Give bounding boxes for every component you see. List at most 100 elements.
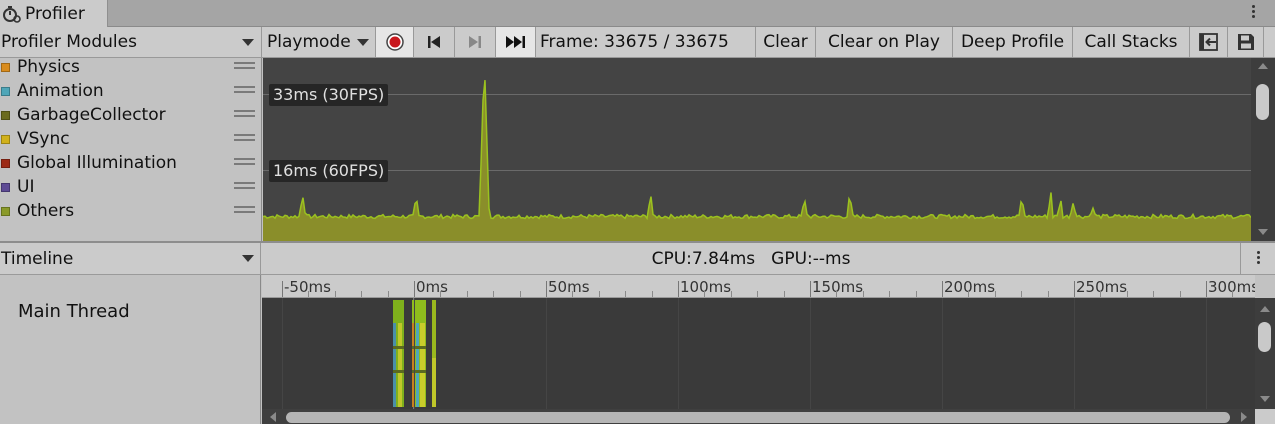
module-label: Animation [17,81,104,101]
time-ruler[interactable]: -50ms 0ms 50ms 100ms 150ms 200ms 250ms 300ms [262,275,1255,298]
load-icon [1198,33,1218,51]
cpu-usage-graph [263,80,1251,241]
profiler-sample[interactable] [416,323,419,407]
call-stacks-button[interactable]: Call Stacks [1073,27,1190,57]
legend-swatch [1,86,10,96]
profiler-sample[interactable] [420,323,425,407]
drag-handle-icon[interactable] [234,158,255,168]
tab-title: Profiler [25,3,85,24]
timeline-gridline [942,298,943,409]
ruler-major-tick [546,281,547,297]
scroll-right-icon[interactable] [1241,412,1247,422]
kebab-menu-icon[interactable] [1246,3,1260,20]
ruler-major-tick [678,281,679,297]
ruler-minor-tick [783,291,785,297]
drag-handle-icon[interactable] [234,206,255,216]
scroll-up-icon[interactable] [1258,63,1268,69]
ruler-minor-tick [361,291,363,297]
module-label: Global Illumination [17,153,177,173]
kebab-menu-icon[interactable] [1240,243,1275,275]
ruler-tick-label: 0ms [416,278,448,296]
ruler-tick-label: 250ms [1076,278,1128,296]
ruler-minor-tick [1232,291,1234,297]
scroll-left-icon[interactable] [270,412,276,422]
ruler-minor-tick [334,291,336,297]
ruler-major-tick [1074,281,1075,297]
timeline-vertical-scrollbar[interactable] [1255,298,1275,409]
profiler-toolbar: Profiler Modules Playmode Frame: 33675 /… [0,27,1275,58]
deep-profile-button[interactable]: Deep Profile [953,27,1073,57]
drag-handle-icon[interactable] [234,134,255,144]
gpu-time-label: GPU:--ms [771,249,851,269]
module-row-vsync[interactable]: VSync [0,127,262,151]
drag-handle-icon[interactable] [234,110,255,120]
ruler-major-tick [942,281,943,297]
previous-frame-icon [428,36,440,48]
ruler-minor-tick [1179,291,1181,297]
profiler-sample[interactable] [398,323,402,407]
chart-vertical-scrollbar[interactable] [1251,58,1275,241]
timeline-gridline [546,298,547,409]
ruler-minor-tick [704,291,706,297]
drag-handle-icon[interactable] [234,182,255,192]
drag-handle-icon[interactable] [234,86,255,96]
profiler-sample[interactable] [393,370,404,373]
clear-button[interactable]: Clear [755,27,816,57]
legend-swatch [1,182,10,192]
previous-frame-button[interactable] [414,27,455,57]
thread-list: Main Thread [0,275,261,424]
timeline-gridline [810,298,811,409]
scroll-down-icon[interactable] [1258,229,1268,235]
legend-swatch [1,158,10,168]
target-dropdown[interactable]: Playmode [263,27,376,57]
frame-timings: CPU:7.84ms GPU:--ms [262,243,1240,275]
profiler-sample[interactable] [393,323,396,407]
window-tab-bar: Profiler [0,0,1275,27]
timeline-gridline [678,298,679,409]
ruler-minor-tick [387,291,389,297]
chevron-down-icon [242,39,254,46]
ruler-minor-tick [730,291,732,297]
profiler-tab[interactable]: Profiler [0,0,108,27]
current-frame-button[interactable] [496,27,536,57]
scroll-down-icon[interactable] [1260,396,1270,402]
view-mode-dropdown[interactable]: Timeline [0,243,261,275]
next-frame-button[interactable] [455,27,496,57]
save-icon [1237,34,1254,50]
profiler-modules-list: Physics Animation GarbageCollector VSync… [0,55,262,241]
guide-label-60fps: 16ms (60FPS) [269,159,389,182]
ruler-minor-tick [994,291,996,297]
timeline-gridline [414,298,415,409]
scroll-up-icon[interactable] [1260,306,1270,312]
cpu-usage-chart[interactable]: 33ms (30FPS) 16ms (60FPS) [263,58,1251,241]
module-row-ui[interactable]: UI [0,175,262,199]
timeline-horizontal-scrollbar[interactable] [262,409,1255,424]
timeline-header: Timeline CPU:7.84ms GPU:--ms [0,241,1275,275]
timeline-gridline [282,298,283,409]
module-label: GarbageCollector [17,105,166,125]
thread-label-main[interactable]: Main Thread [18,301,130,322]
module-row-garbage-collector[interactable]: GarbageCollector [0,103,262,127]
legend-swatch [1,110,10,120]
module-row-global-illumination[interactable]: Global Illumination [0,151,262,175]
ruler-minor-tick [1126,291,1128,297]
profiler-modules-dropdown[interactable]: Profiler Modules [0,27,262,57]
save-button[interactable] [1228,27,1264,57]
scrollbar-thumb[interactable] [1256,84,1269,120]
legend-swatch [1,62,10,72]
chevron-down-icon [357,39,369,46]
clear-on-play-button[interactable]: Clear on Play [816,27,953,57]
scrollbar-thumb[interactable] [1258,322,1271,352]
timeline-view[interactable] [262,298,1255,409]
module-row-others[interactable]: Others [0,199,262,223]
drag-handle-icon[interactable] [234,62,255,72]
ruler-minor-tick [915,291,917,297]
profiler-sample[interactable] [432,358,436,407]
next-frame-icon [469,36,481,48]
load-button[interactable] [1190,27,1228,57]
module-row-physics[interactable]: Physics [0,55,262,79]
module-row-animation[interactable]: Animation [0,79,262,103]
record-button[interactable] [376,27,414,57]
scrollbar-thumb[interactable] [286,412,1230,423]
profiler-sample[interactable] [393,346,404,349]
